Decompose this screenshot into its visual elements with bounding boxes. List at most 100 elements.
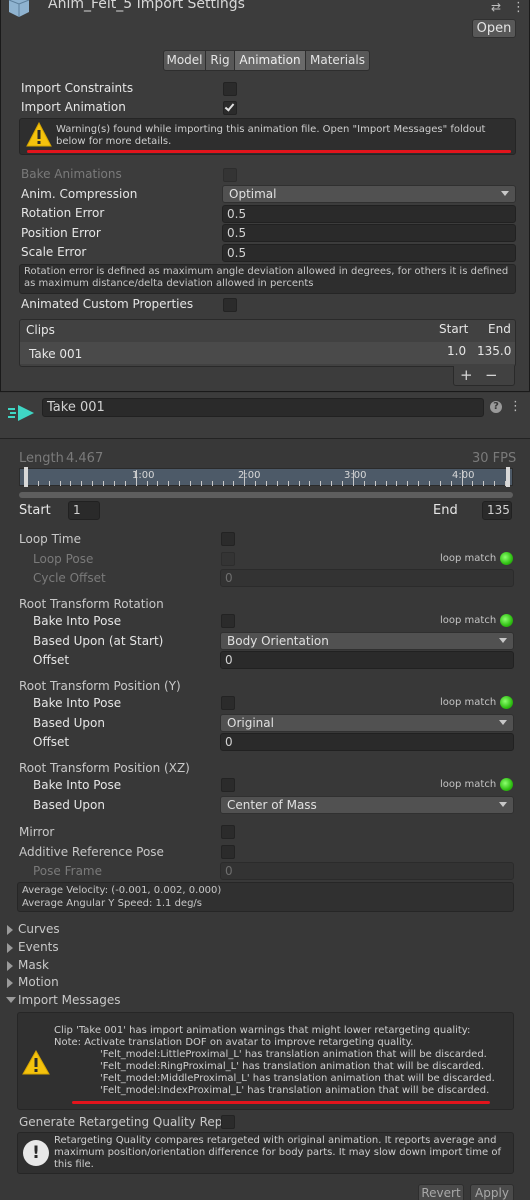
bake-animations-checkbox[interactable] bbox=[223, 168, 237, 182]
start-field[interactable]: 1 bbox=[68, 501, 100, 520]
rtpy-based-value: Original bbox=[227, 716, 274, 730]
position-error-field[interactable]: 0.5 bbox=[222, 224, 516, 242]
clip-menu-icon[interactable]: ⋮ bbox=[509, 399, 522, 414]
add-clip-button[interactable]: + bbox=[460, 366, 473, 384]
warning-text: Warning(s) found while importing this an… bbox=[56, 124, 486, 147]
loop-match-label-1: loop match bbox=[440, 553, 497, 564]
timeline-tick bbox=[287, 481, 289, 486]
bake-animations-label: Bake Animations bbox=[21, 167, 122, 181]
open-button[interactable]: Open bbox=[472, 19, 516, 38]
timeline-tick bbox=[276, 481, 278, 486]
loop-match-label-3: loop match bbox=[440, 697, 497, 708]
rtpxz-bake-label: Bake Into Pose bbox=[33, 778, 122, 792]
foldout-curves[interactable]: Curves bbox=[6, 922, 206, 938]
tab-animation[interactable]: Animation bbox=[235, 50, 306, 71]
length-value: 4.467 bbox=[66, 451, 104, 466]
chevron-right-icon bbox=[7, 925, 13, 935]
start-label: Start bbox=[19, 503, 51, 518]
loop-pose-checkbox[interactable] bbox=[221, 552, 235, 566]
loop-match-indicator-3 bbox=[500, 696, 513, 709]
loop-time-checkbox[interactable] bbox=[221, 532, 235, 546]
rtpxz-bake-checkbox[interactable] bbox=[221, 778, 235, 792]
timeline-tick bbox=[92, 481, 94, 486]
clip-name-field[interactable]: Take 001 bbox=[42, 398, 484, 417]
rotation-error-label: Rotation Error bbox=[21, 206, 105, 220]
tab-materials[interactable]: Materials bbox=[306, 50, 370, 71]
pose-frame-label: Pose Frame bbox=[33, 864, 102, 878]
timeline-tick-label-4: 4:00 bbox=[452, 470, 475, 481]
import-constraints-checkbox[interactable] bbox=[223, 82, 237, 96]
rtpy-based-dropdown[interactable]: Original bbox=[220, 714, 514, 732]
clip-row-take-001[interactable] bbox=[20, 342, 515, 364]
foldout-events[interactable]: Events bbox=[6, 940, 206, 956]
revert-button[interactable]: Revert bbox=[418, 1184, 464, 1200]
timeline-tick bbox=[363, 481, 365, 486]
help-icon[interactable]: ? bbox=[490, 401, 502, 413]
tab-rig[interactable]: Rig bbox=[206, 50, 235, 71]
window-title: Anim_Felt_5 Import Settings bbox=[48, 0, 245, 12]
pose-frame-field[interactable]: 0 bbox=[220, 862, 514, 880]
annotation-underline-1 bbox=[27, 150, 511, 153]
mirror-checkbox[interactable] bbox=[221, 825, 235, 839]
rtr-based-dropdown[interactable]: Body Orientation bbox=[220, 632, 514, 650]
animated-custom-properties-label: Animated Custom Properties bbox=[21, 297, 194, 311]
timeline-end-marker[interactable] bbox=[506, 467, 510, 487]
rotation-error-field[interactable]: 0.5 bbox=[222, 205, 516, 223]
asset-icon bbox=[6, 0, 32, 18]
loop-match-indicator-2 bbox=[500, 614, 513, 627]
settings-sliders-icon[interactable]: ⇄ bbox=[491, 0, 501, 14]
message-item-1: 'Felt_model:LittleProximal_L' has transl… bbox=[100, 1049, 487, 1060]
rtpy-bake-checkbox[interactable] bbox=[221, 696, 235, 710]
retarget-checkbox[interactable] bbox=[221, 1115, 235, 1129]
timeline-tick bbox=[81, 481, 83, 486]
timeline-tick bbox=[37, 481, 39, 486]
rtr-offset-field[interactable]: 0 bbox=[220, 651, 514, 669]
message-item-2: 'Felt_model:RingProximal_L' has translat… bbox=[100, 1061, 485, 1072]
rtpy-title: Root Transform Position (Y) bbox=[19, 679, 181, 693]
rtpxz-based-dropdown[interactable]: Center of Mass bbox=[220, 796, 514, 814]
scale-error-field[interactable]: 0.5 bbox=[222, 244, 516, 262]
timeline-tick bbox=[320, 481, 322, 486]
retarget-info-text: Retargeting Quality compares retargeted … bbox=[54, 1135, 501, 1170]
rtpxz-based-label: Based Upon bbox=[33, 798, 105, 812]
rtr-title: Root Transform Rotation bbox=[19, 597, 164, 611]
tab-model[interactable]: Model bbox=[163, 50, 206, 71]
chevron-right-icon bbox=[7, 943, 13, 953]
timeline-tick bbox=[428, 481, 430, 486]
chevron-down-icon bbox=[501, 191, 509, 196]
timeline-start-marker[interactable] bbox=[24, 467, 28, 487]
cycle-offset-field[interactable]: 0 bbox=[220, 569, 514, 587]
import-animation-checkbox[interactable] bbox=[223, 101, 237, 115]
timeline-tick bbox=[113, 481, 115, 486]
info-icon: ! bbox=[23, 1140, 49, 1166]
rtpy-offset-field[interactable]: 0 bbox=[220, 733, 514, 751]
chevron-right-icon bbox=[7, 961, 13, 971]
foldout-mask[interactable]: Mask bbox=[6, 958, 206, 974]
timeline-scrollbar[interactable] bbox=[19, 492, 513, 498]
timeline-tick bbox=[266, 481, 267, 486]
avg-angular-text: Average Angular Y Speed: 1.1 deg/s bbox=[22, 898, 202, 909]
foldout-mask-label: Mask bbox=[18, 958, 49, 972]
additive-checkbox[interactable] bbox=[221, 845, 235, 859]
message-item-3: 'Felt_model:MiddleProximal_L' has transl… bbox=[100, 1073, 495, 1084]
foldout-import-messages[interactable]: Import Messages bbox=[6, 993, 206, 1009]
rtpy-bake-label: Bake Into Pose bbox=[33, 696, 122, 710]
timeline-tick bbox=[374, 481, 376, 486]
foldout-curves-label: Curves bbox=[18, 922, 60, 936]
retarget-label: Generate Retargeting Quality Repo bbox=[19, 1115, 230, 1129]
clips-col-start: Start bbox=[439, 322, 469, 336]
timeline-tick bbox=[146, 481, 148, 486]
remove-clip-button[interactable]: − bbox=[485, 366, 498, 384]
rtr-bake-checkbox[interactable] bbox=[221, 614, 235, 628]
more-menu-icon[interactable]: ⋮ bbox=[512, 0, 525, 15]
animated-custom-properties-checkbox[interactable] bbox=[223, 298, 237, 312]
rtr-bake-label: Bake Into Pose bbox=[33, 614, 122, 628]
timeline-tick bbox=[157, 481, 159, 486]
end-field[interactable]: 135 bbox=[482, 501, 512, 520]
foldout-motion[interactable]: Motion bbox=[6, 975, 206, 991]
anim-compression-dropdown[interactable]: Optimal bbox=[222, 185, 516, 203]
timeline-tick bbox=[200, 481, 202, 486]
position-error-label: Position Error bbox=[21, 226, 101, 240]
apply-button[interactable]: Apply bbox=[470, 1184, 514, 1200]
timeline-tick bbox=[48, 481, 50, 486]
